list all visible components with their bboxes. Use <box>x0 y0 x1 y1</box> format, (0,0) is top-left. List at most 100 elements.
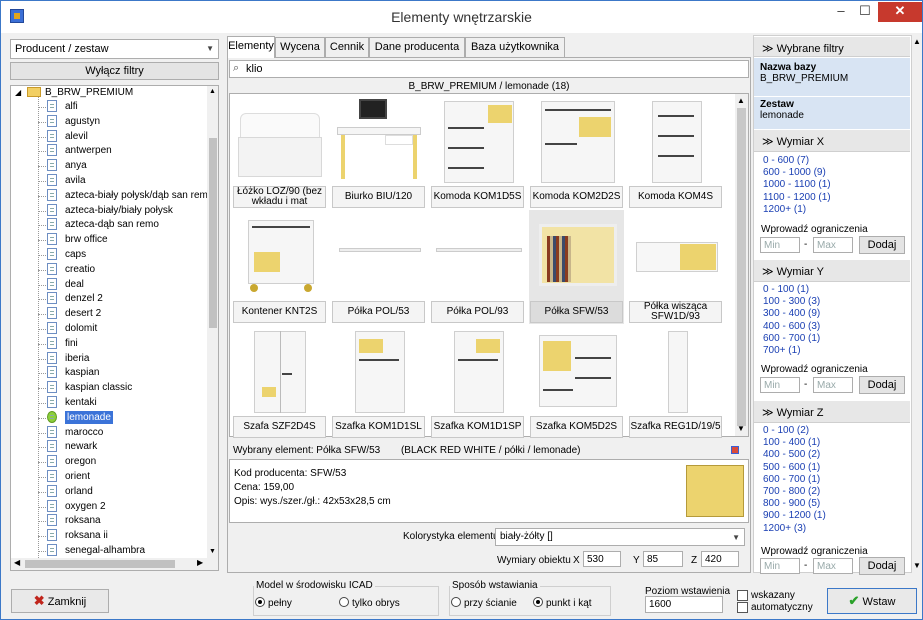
tree-item[interactable]: anya <box>11 159 207 172</box>
product-tile[interactable]: Półka POL/93 <box>430 210 525 324</box>
product-tile[interactable]: Szafka REG1D/19/5 <box>628 325 723 439</box>
filter-range-link[interactable]: 100 - 400 (1) <box>763 437 826 449</box>
maximize-button[interactable]: ☐ <box>853 2 877 22</box>
tree-item[interactable]: alfi <box>11 100 207 113</box>
product-tile[interactable]: Półka wisząca SFW1D/93 <box>628 210 723 324</box>
tree-item[interactable]: avila <box>11 174 207 187</box>
filter-range-link[interactable]: 0 - 100 (2) <box>763 425 826 437</box>
search-field[interactable]: ⌕ klio <box>229 60 749 78</box>
scroll-up-icon[interactable]: ▲ <box>209 88 216 95</box>
dim-y-input[interactable]: 85 <box>643 551 683 567</box>
tree-item[interactable]: kentaki <box>11 396 207 409</box>
dim-z-input[interactable]: 420 <box>701 551 739 567</box>
product-tile[interactable]: Łóżko LOZ/90 (bez wkładu i mat <box>232 95 327 209</box>
search-input[interactable]: klio <box>246 63 263 75</box>
tree-hscrollbar[interactable]: ◀ ▶ <box>11 558 218 570</box>
tab-elementy[interactable]: Elementy <box>227 36 275 58</box>
filter-range-link[interactable]: 400 - 500 (2) <box>763 449 826 461</box>
min-y-input[interactable]: Min <box>760 377 800 393</box>
scroll-down-icon[interactable]: ▼ <box>209 548 216 555</box>
tree-item[interactable]: azteca-dąb san remo <box>11 218 207 231</box>
insert-button[interactable]: ✔ Wstaw <box>827 588 917 614</box>
tree-item[interactable]: kaspian classic <box>11 381 207 394</box>
tree-item[interactable]: azteca-biały połysk/dąb san remo <box>11 188 213 202</box>
collection-tree[interactable]: ◢ B_BRW_PREMIUM alfi agustyn alevil antwerp… <box>10 85 219 571</box>
scroll-down-icon[interactable]: ▼ <box>737 424 745 433</box>
filter-range-link[interactable]: 400 - 600 (3) <box>763 321 820 333</box>
filter-range-link[interactable]: 0 - 600 (7) <box>763 155 831 167</box>
max-z-input[interactable]: Max <box>813 558 853 574</box>
tree-item[interactable]: dolomit <box>11 322 207 335</box>
automatic-checkbox[interactable] <box>737 602 748 613</box>
product-tile[interactable]: Szafka KOM1D1SP <box>430 325 525 439</box>
color-select[interactable]: biały-żółty [] ▼ <box>495 528 745 546</box>
tree-item[interactable]: roksana <box>11 514 207 527</box>
tree-vscrollbar[interactable]: ▲ ▼ <box>207 86 218 558</box>
tree-item[interactable]: deal <box>11 277 207 291</box>
min-z-input[interactable]: Min <box>760 558 800 574</box>
tree-item[interactable]: azteca-biały/biały połysk <box>11 203 207 217</box>
product-tile[interactable]: Szafka KOM1D1SL <box>331 325 426 439</box>
scroll-thumb[interactable] <box>209 138 217 328</box>
close-button[interactable]: ✖ Zamknij <box>11 589 109 613</box>
product-tile[interactable]: Kontener KNT2S <box>232 210 327 324</box>
tab-wycena[interactable]: Wycena <box>275 37 325 57</box>
grid-vscrollbar[interactable]: ▲ ▼ <box>735 94 748 436</box>
tree-item[interactable]: agustyn <box>11 114 207 128</box>
tree-item[interactable]: roksana ii <box>11 529 207 542</box>
product-tile[interactable]: Półka POL/53 <box>331 210 426 324</box>
scroll-down-icon[interactable]: ▼ <box>913 561 921 570</box>
add-x-button[interactable]: Dodaj <box>859 236 905 254</box>
tree-item[interactable]: brw office <box>11 233 207 246</box>
filter-range-link[interactable]: 1200+ (1) <box>763 204 831 216</box>
product-tile[interactable]: Komoda KOM4S <box>628 95 723 209</box>
tree-item[interactable]: caps <box>11 248 207 261</box>
min-x-input[interactable]: Min <box>760 237 800 253</box>
filter-mode-select[interactable]: Producent / zestaw ▼ <box>10 39 219 59</box>
tree-item[interactable]: kaspian <box>11 366 207 379</box>
tree-item[interactable]: lemonade <box>11 410 207 424</box>
filter-range-link[interactable]: 500 - 600 (1) <box>763 462 826 474</box>
filter-range-link[interactable]: 600 - 700 (1) <box>763 333 820 345</box>
product-tile[interactable]: Komoda KOM1D5S <box>430 95 525 209</box>
model-full-radio[interactable]: pełny <box>255 597 292 609</box>
insert-wall-radio[interactable]: przy ścianie <box>451 597 517 609</box>
tree-item[interactable]: fini <box>11 336 207 350</box>
tree-item[interactable]: denzel 2 <box>11 292 207 305</box>
filter-range-link[interactable]: 0 - 100 (1) <box>763 284 820 296</box>
dim-y-header[interactable]: ≫ Wymiar Y <box>754 260 910 282</box>
color-palette-icon[interactable] <box>731 446 739 454</box>
product-tile[interactable]: Półka SFW/53 <box>529 210 624 324</box>
tree-item[interactable]: creatio <box>11 262 207 276</box>
filter-range-link[interactable]: 300 - 400 (9) <box>763 308 820 320</box>
product-tile[interactable]: Szafka KOM5D2S <box>529 325 624 439</box>
filter-range-link[interactable]: 700+ (1) <box>763 345 820 357</box>
max-x-input[interactable]: Max <box>813 237 853 253</box>
tree-item[interactable]: antwerpen <box>11 144 207 157</box>
level-input[interactable]: 1600 <box>645 596 723 613</box>
tab-baza-uzytkownika[interactable]: Baza użytkownika <box>465 37 565 57</box>
filter-range-link[interactable]: 1100 - 1200 (1) <box>763 192 831 204</box>
selected-filters-header[interactable]: ≫ Wybrane filtry <box>754 37 910 57</box>
dim-z-header[interactable]: ≫ Wymiar Z <box>754 401 910 423</box>
product-tile[interactable]: Komoda KOM2D2S <box>529 95 624 209</box>
disable-filters-button[interactable]: Wyłącz filtry <box>10 62 219 80</box>
tab-dane-producenta[interactable]: Dane producenta <box>369 37 465 57</box>
tree-item[interactable]: desert 2 <box>11 307 207 320</box>
scroll-left-icon[interactable]: ◀ <box>14 558 20 567</box>
filter-range-link[interactable]: 1200+ (3) <box>763 523 826 535</box>
tree-item[interactable]: oregon <box>11 455 207 468</box>
tab-cennik[interactable]: Cennik <box>325 37 369 57</box>
model-outline-radio[interactable]: tylko obrys <box>339 597 400 609</box>
tree-item[interactable]: orient <box>11 470 207 483</box>
tree-item[interactable]: newark <box>11 440 207 453</box>
filter-range-link[interactable]: 800 - 900 (5) <box>763 498 826 510</box>
tree-item[interactable]: marocco <box>11 425 207 439</box>
indicated-checkbox[interactable] <box>737 590 748 601</box>
tree-item[interactable]: iberia <box>11 351 207 365</box>
tree-item[interactable]: senegal-alhambra <box>11 544 207 557</box>
filter-range-link[interactable]: 600 - 1000 (9) <box>763 167 831 179</box>
add-y-button[interactable]: Dodaj <box>859 376 905 394</box>
filter-range-link[interactable]: 600 - 700 (1) <box>763 474 826 486</box>
max-y-input[interactable]: Max <box>813 377 853 393</box>
